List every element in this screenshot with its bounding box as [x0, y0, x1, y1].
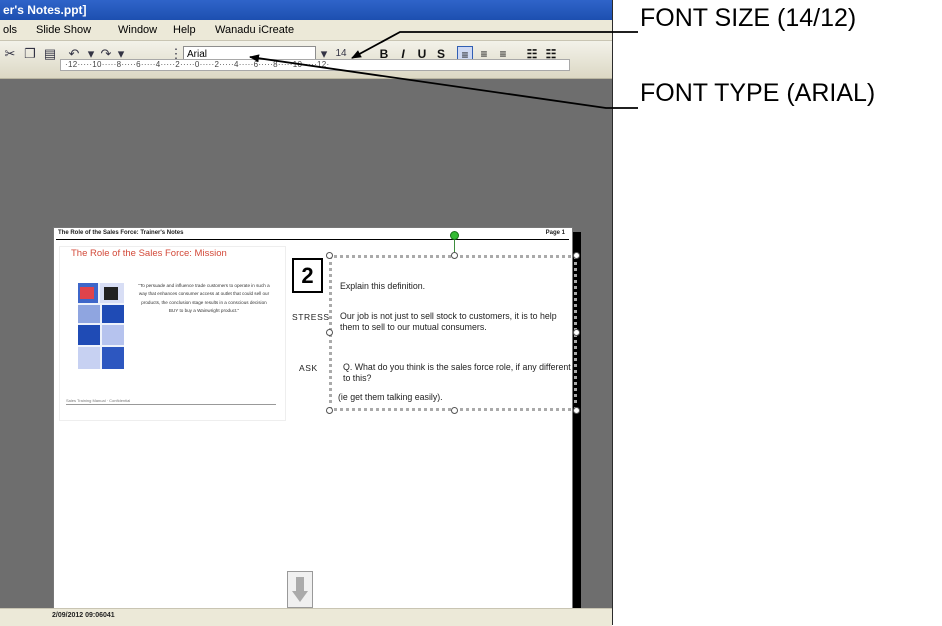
font-type-arrow	[249, 54, 638, 109]
font-type-callout: FONT TYPE (ARIAL)	[640, 79, 876, 107]
font-size-arrow	[351, 31, 638, 59]
font-size-callout: FONT SIZE (14/12)	[640, 4, 857, 32]
